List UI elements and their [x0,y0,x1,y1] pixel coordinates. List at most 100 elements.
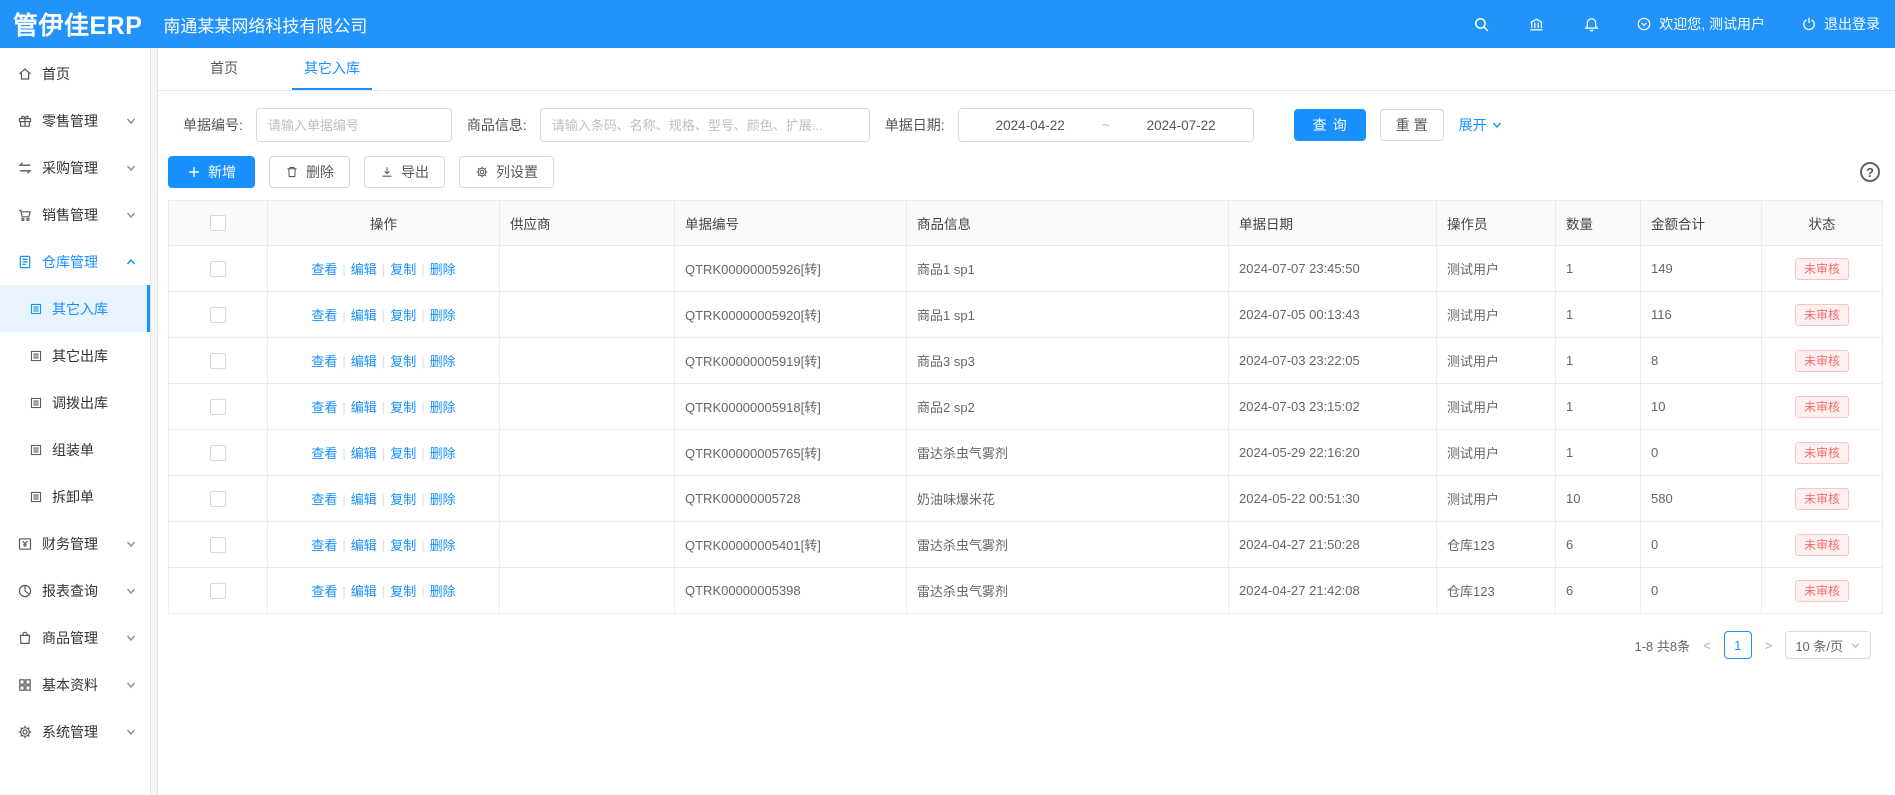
search-button[interactable]: 查询 [1294,109,1366,141]
row-checkbox[interactable] [210,353,226,369]
user-menu[interactable]: 欢迎您, 测试用户 [1636,14,1765,34]
row-action-copy[interactable]: 复制 [390,492,416,507]
cell-supplier [500,430,675,476]
row-action-delete[interactable]: 删除 [430,400,456,415]
cell-date: 2024-05-22 00:51:30 [1229,476,1437,522]
export-button[interactable]: 导出 [364,156,445,188]
bell-icon[interactable] [1583,16,1600,33]
date-separator: ~ [1102,118,1110,133]
row-action-view[interactable]: 查看 [311,262,337,277]
expand-link[interactable]: 展开 [1459,115,1503,135]
row-checkbox[interactable] [210,307,226,323]
status-badge: 未审核 [1795,258,1849,280]
row-action-delete[interactable]: 删除 [430,492,456,507]
swap-icon [17,160,33,176]
sidebar-item-purchase[interactable]: 采购管理 [0,144,150,191]
status-badge: 未审核 [1795,488,1849,510]
row-action-edit[interactable]: 编辑 [351,538,377,553]
action-separator: | [421,446,424,461]
bill-no-input[interactable] [256,108,452,142]
row-action-view[interactable]: 查看 [311,492,337,507]
logout-button[interactable]: 退出登录 [1801,14,1880,34]
sidebar-item-assembly[interactable]: 组装单 [0,426,150,473]
row-action-view[interactable]: 查看 [311,400,337,415]
row-action-edit[interactable]: 编辑 [351,400,377,415]
header-select-all [169,201,268,246]
sidebar-item-warehouse[interactable]: 仓库管理 [0,238,150,285]
delete-button[interactable]: 删除 [269,156,350,188]
current-page-button[interactable]: 1 [1724,631,1752,659]
row-action-delete[interactable]: 删除 [430,262,456,277]
cell-status: 未审核 [1762,522,1883,568]
row-action-edit[interactable]: 编辑 [351,446,377,461]
status-badge: 未审核 [1795,350,1849,372]
row-action-copy[interactable]: 复制 [390,538,416,553]
row-action-edit[interactable]: 编辑 [351,584,377,599]
table-row: 查看|编辑|复制|删除QTRK00000005919[转]商品3 sp32024… [169,338,1883,384]
sidebar-item-system[interactable]: 系统管理 [0,708,150,755]
row-checkbox[interactable] [210,445,226,461]
row-action-copy[interactable]: 复制 [390,262,416,277]
sidebar-item-retail[interactable]: 零售管理 [0,97,150,144]
prev-page-button[interactable]: < [1701,638,1713,653]
sidebar-item-disassembly[interactable]: 拆卸单 [0,473,150,520]
row-action-delete[interactable]: 删除 [430,354,456,369]
page-size-value: 10 条/页 [1795,636,1843,655]
row-action-edit[interactable]: 编辑 [351,492,377,507]
row-action-view[interactable]: 查看 [311,354,337,369]
row-action-copy[interactable]: 复制 [390,354,416,369]
row-action-copy[interactable]: 复制 [390,400,416,415]
row-action-delete[interactable]: 删除 [430,446,456,461]
date-from-value[interactable]: 2024-04-22 [996,118,1065,133]
date-range-picker[interactable]: 2024-04-22 ~ 2024-07-22 [958,108,1254,142]
add-button[interactable]: 新增 [168,156,255,188]
tab-home[interactable]: 首页 [198,48,250,90]
date-to-value[interactable]: 2024-07-22 [1147,118,1216,133]
row-action-edit[interactable]: 编辑 [351,262,377,277]
row-action-edit[interactable]: 编辑 [351,308,377,323]
row-action-copy[interactable]: 复制 [390,446,416,461]
row-action-copy[interactable]: 复制 [390,308,416,323]
row-action-view[interactable]: 查看 [311,308,337,323]
sidebar-splitter[interactable] [150,48,158,795]
sidebar-item-transfer-out[interactable]: 调拨出库 [0,379,150,426]
status-badge: 未审核 [1795,534,1849,556]
sidebar-item-report[interactable]: 报表查询 [0,567,150,614]
cell-supplier [500,476,675,522]
row-checkbox[interactable] [210,399,226,415]
sidebar-item-other-out[interactable]: 其它出库 [0,332,150,379]
row-action-view[interactable]: 查看 [311,446,337,461]
sidebar-item-basic[interactable]: 基本资料 [0,661,150,708]
row-checkbox[interactable] [210,261,226,277]
row-checkbox[interactable] [210,491,226,507]
cell-status: 未审核 [1762,568,1883,614]
row-action-view[interactable]: 查看 [311,538,337,553]
sidebar-item-goods[interactable]: 商品管理 [0,614,150,661]
row-action-edit[interactable]: 编辑 [351,354,377,369]
next-page-button[interactable]: > [1763,638,1775,653]
product-info-input[interactable] [540,108,870,142]
sidebar-item-finance[interactable]: 财务管理 [0,520,150,567]
cell-date: 2024-04-27 21:42:08 [1229,568,1437,614]
pie-icon [17,583,33,599]
row-action-delete[interactable]: 删除 [430,308,456,323]
sidebar-item-sales[interactable]: 销售管理 [0,191,150,238]
row-action-delete[interactable]: 删除 [430,538,456,553]
sidebar-item-home[interactable]: 首页 [0,50,150,97]
reset-button[interactable]: 重置 [1380,109,1444,141]
row-action-delete[interactable]: 删除 [430,584,456,599]
sidebar-item-other-in[interactable]: 其它入库 [0,285,150,332]
cell-product: 商品3 sp3 [907,338,1229,384]
row-action-view[interactable]: 查看 [311,584,337,599]
tab-other-in[interactable]: 其它入库 [292,48,372,90]
select-all-checkbox[interactable] [210,215,226,231]
search-icon[interactable] [1473,16,1490,33]
action-separator: | [382,308,385,323]
row-checkbox[interactable] [210,537,226,553]
row-action-copy[interactable]: 复制 [390,584,416,599]
bank-icon[interactable] [1528,16,1545,33]
page-size-select[interactable]: 10 条/页 [1785,631,1871,659]
help-icon[interactable]: ? [1860,162,1880,182]
row-checkbox[interactable] [210,583,226,599]
column-settings-button[interactable]: 列设置 [459,156,554,188]
